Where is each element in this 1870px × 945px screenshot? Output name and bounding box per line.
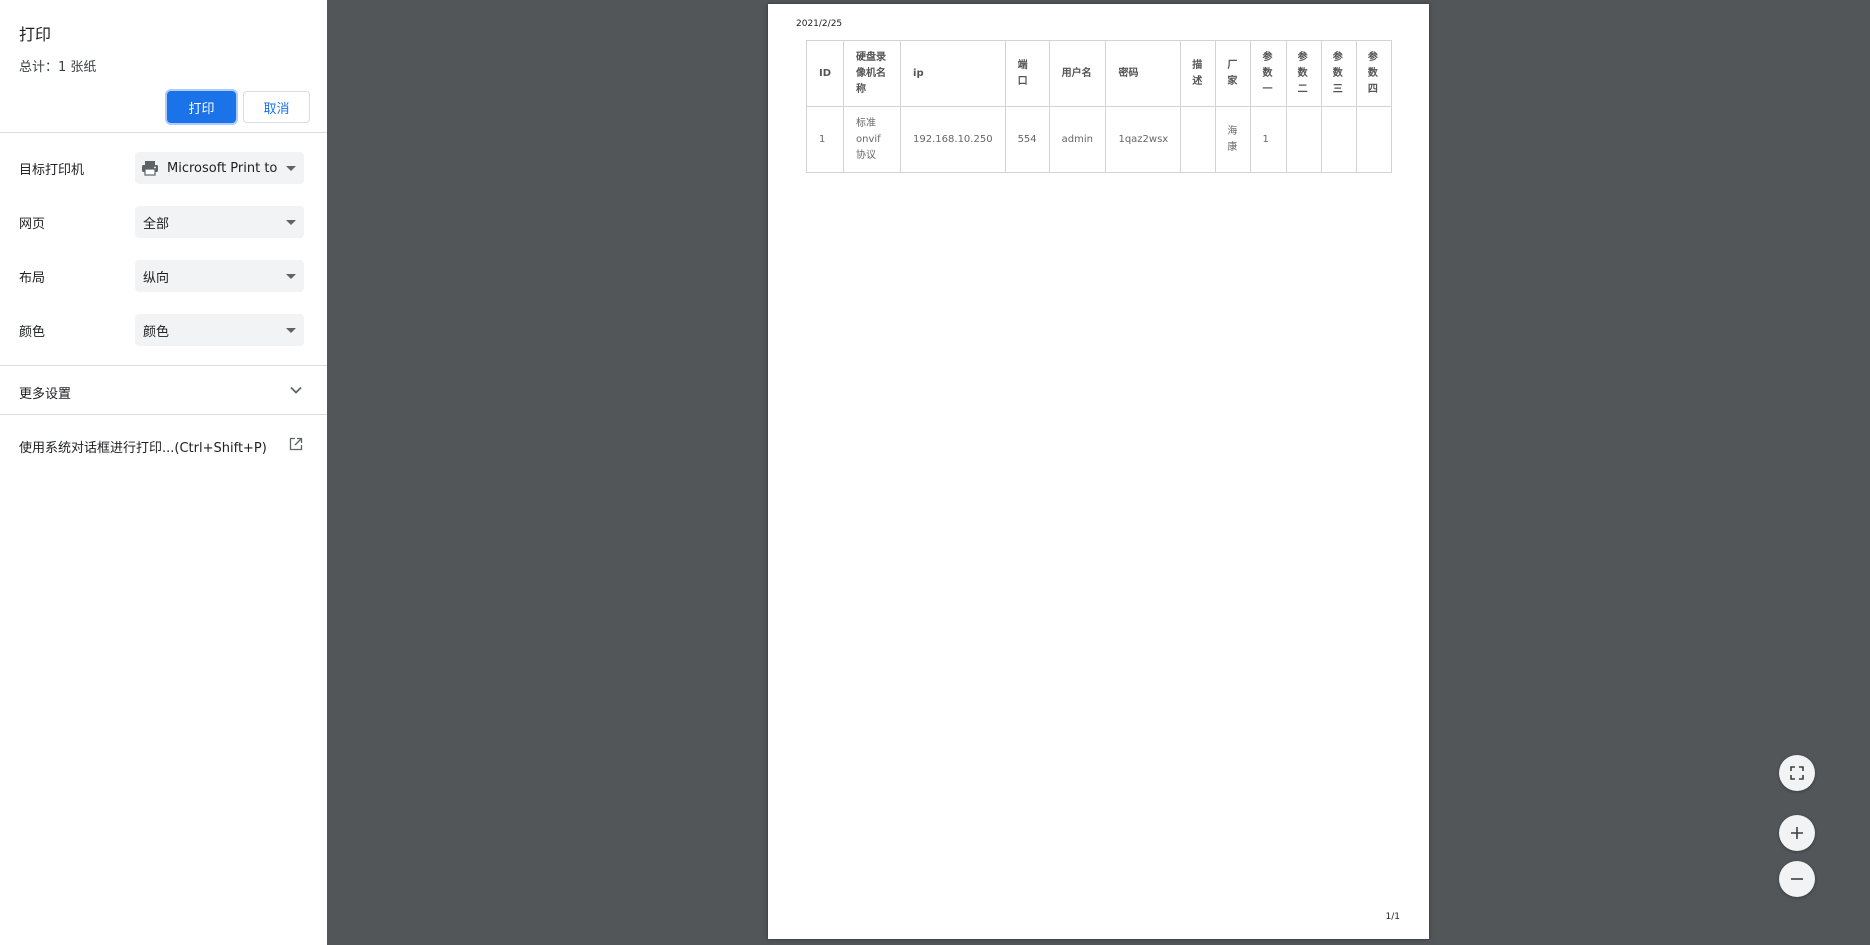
- fit-page-icon: [1790, 766, 1804, 780]
- print-button[interactable]: 打印: [167, 91, 236, 123]
- chevron-down-icon: [286, 328, 296, 333]
- pages-select[interactable]: 全部: [135, 206, 304, 238]
- print-settings-sidebar: 打印 总计：1 张纸 打印 取消 目标打印机 Microsoft Print t…: [0, 0, 327, 945]
- chevron-down-icon: [286, 274, 296, 279]
- cancel-button[interactable]: 取消: [243, 91, 310, 123]
- divider: [0, 414, 327, 415]
- table-cell: admin: [1048, 106, 1107, 173]
- table-cell: 1: [805, 106, 845, 173]
- table-cell: 标准onvif协议: [843, 106, 902, 173]
- plus-icon: [1791, 827, 1803, 839]
- table-cell: 1qaz2wsx: [1105, 106, 1182, 173]
- destination-select[interactable]: Microsoft Print to: [135, 152, 304, 184]
- color-label: 颜色: [19, 325, 46, 340]
- minus-icon: [1791, 878, 1803, 880]
- column-header: 参数二: [1285, 40, 1322, 107]
- device-table: ID 硬盘录像机名称 ip 端口 用户名 密码 描述 厂家 参数一 参数二 参数…: [805, 40, 1393, 173]
- column-header: ip: [900, 40, 1006, 107]
- zoom-in-button[interactable]: [1779, 815, 1815, 851]
- table-cell: 1: [1250, 106, 1287, 173]
- table-row: 1 标准onvif协议 192.168.10.250 554 admin 1qa…: [805, 106, 1393, 173]
- chevron-down-icon: [286, 220, 296, 225]
- table-cell: [1355, 106, 1393, 173]
- pages-value: 全部: [143, 216, 170, 232]
- column-header: 描述: [1180, 40, 1217, 107]
- chevron-down-icon: [286, 166, 296, 171]
- color-value: 颜色: [143, 324, 170, 340]
- expand-chevron-icon: [290, 386, 302, 394]
- column-header: 参数一: [1250, 40, 1287, 107]
- print-preview-page: 2021/2/25 ID 硬盘录像机名称 ip 端口 用户名 密码 描述 厂家 …: [768, 4, 1429, 939]
- table-header-row: ID 硬盘录像机名称 ip 端口 用户名 密码 描述 厂家 参数一 参数二 参数…: [805, 40, 1393, 107]
- column-header: 密码: [1105, 40, 1182, 107]
- more-settings-toggle[interactable]: 更多设置: [0, 366, 327, 414]
- color-select[interactable]: 颜色: [135, 314, 304, 346]
- column-header: 用户名: [1048, 40, 1107, 107]
- layout-select[interactable]: 纵向: [135, 260, 304, 292]
- column-header: 厂家: [1215, 40, 1252, 107]
- printer-icon: [142, 161, 158, 176]
- layout-value: 纵向: [143, 270, 170, 286]
- table-cell: 192.168.10.250: [900, 106, 1006, 173]
- column-header: 硬盘录像机名称: [843, 40, 902, 107]
- page-footer-number: 1/1: [1385, 912, 1400, 922]
- more-settings-label: 更多设置: [19, 387, 72, 402]
- column-header: 端口: [1004, 40, 1050, 107]
- pages-label: 网页: [19, 217, 46, 232]
- column-header: 参数三: [1320, 40, 1357, 107]
- divider: [0, 132, 327, 133]
- column-header: 参数四: [1355, 40, 1393, 107]
- sheet-count-summary: 总计：1 张纸: [19, 60, 97, 75]
- system-dialog-link[interactable]: 使用系统对话框进行打印...(Ctrl+Shift+P): [0, 430, 327, 460]
- zoom-out-button[interactable]: [1779, 861, 1815, 897]
- fit-to-page-button[interactable]: [1779, 755, 1815, 791]
- table-cell: 554: [1004, 106, 1050, 173]
- print-dialog-title: 打印: [19, 25, 52, 44]
- column-header: ID: [805, 40, 845, 107]
- destination-label: 目标打印机: [19, 163, 85, 178]
- open-external-icon: [289, 437, 303, 451]
- page-header-date: 2021/2/25: [796, 19, 843, 29]
- table-cell: [1180, 106, 1217, 173]
- table-cell: 海康: [1215, 106, 1252, 173]
- destination-value: Microsoft Print to: [167, 160, 277, 176]
- table-cell: [1285, 106, 1322, 173]
- table-cell: [1320, 106, 1357, 173]
- layout-label: 布局: [19, 271, 46, 286]
- system-dialog-label: 使用系统对话框进行打印...(Ctrl+Shift+P): [19, 441, 267, 456]
